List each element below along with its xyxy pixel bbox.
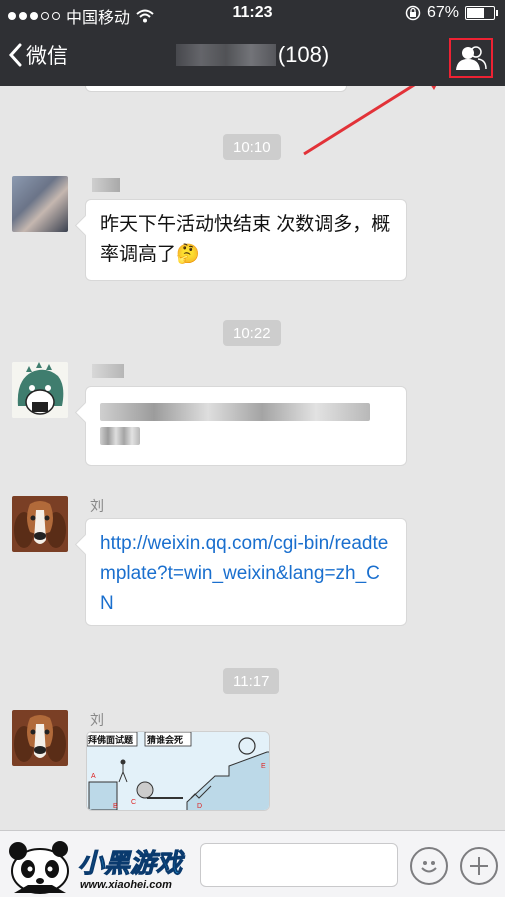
svg-text:E: E <box>261 763 266 770</box>
avatar[interactable] <box>12 362 68 418</box>
image-caption-1: 拜佛面试题 <box>88 735 134 745</box>
smiley-icon <box>421 861 437 873</box>
rotation-lock-icon <box>405 5 421 21</box>
link-message-bubble[interactable]: http://weixin.qq.com/cgi-bin/readtemplat… <box>85 518 407 626</box>
cartoon-avatar-icon <box>12 362 68 418</box>
timestamp: 10:22 <box>223 320 281 346</box>
svg-text:D: D <box>197 803 202 810</box>
avatar[interactable] <box>12 710 68 766</box>
dog-avatar-icon <box>12 496 68 552</box>
sender-name: 刘 <box>90 498 104 514</box>
blurred-message-text <box>100 403 370 421</box>
emoji-button[interactable] <box>410 847 448 885</box>
group-info-button[interactable] <box>449 38 493 78</box>
chat-title: (108) <box>0 42 505 68</box>
member-count: (108) <box>277 42 330 67</box>
avatar[interactable] <box>12 496 68 552</box>
previous-message-bubble[interactable] <box>85 86 347 92</box>
image-caption-2: 猜谁会死 <box>147 735 184 745</box>
panda-logo-icon <box>9 841 69 894</box>
sender-name: 刘 <box>90 712 104 728</box>
image-message[interactable]: C D A B E 拜佛面试题 猜谁会死 <box>86 731 270 811</box>
status-right: 67% <box>405 4 498 22</box>
blurred-group-name <box>175 44 276 66</box>
timestamp: 10:10 <box>223 134 281 160</box>
input-bar: 小黑游戏 www.xiaohei.com <box>0 830 505 897</box>
nav-bar: 微信 (108) <box>0 28 505 86</box>
group-members-icon <box>456 46 487 70</box>
chat-area[interactable]: 10:10 昨天下午活动快结束 次数调多，概率调高了🤔 10:22 刘 http… <box>0 86 505 830</box>
message-text: 昨天下午活动快结束 次数调多，概率调高了🤔 <box>100 214 391 265</box>
plus-icon <box>470 857 488 875</box>
message-input[interactable] <box>200 843 398 887</box>
dog-avatar-icon <box>12 710 68 766</box>
watermark-url: www.xiaohei.com <box>80 879 172 891</box>
blurred-sender-name <box>92 364 124 378</box>
avatar[interactable] <box>12 176 68 232</box>
blurred-message-text <box>100 427 140 445</box>
timestamp: 11:17 <box>223 668 280 694</box>
more-button[interactable] <box>460 847 498 885</box>
status-bar: 中国移动 11:23 67% <box>0 0 505 28</box>
battery-icon <box>465 6 498 20</box>
blurred-sender-name <box>92 178 120 192</box>
message-link[interactable]: http://weixin.qq.com/cgi-bin/readtemplat… <box>100 533 388 614</box>
message-bubble[interactable] <box>85 386 407 466</box>
watermark-logo: 小黑游戏 www.xiaohei.com <box>6 837 196 895</box>
svg-text:B: B <box>113 803 118 810</box>
watermark-brand: 小黑游戏 <box>77 849 183 880</box>
battery-percent: 67% <box>426 4 459 21</box>
message-bubble[interactable]: 昨天下午活动快结束 次数调多，概率调高了🤔 <box>85 199 407 281</box>
svg-text:A: A <box>91 773 96 780</box>
svg-text:C: C <box>131 799 136 806</box>
